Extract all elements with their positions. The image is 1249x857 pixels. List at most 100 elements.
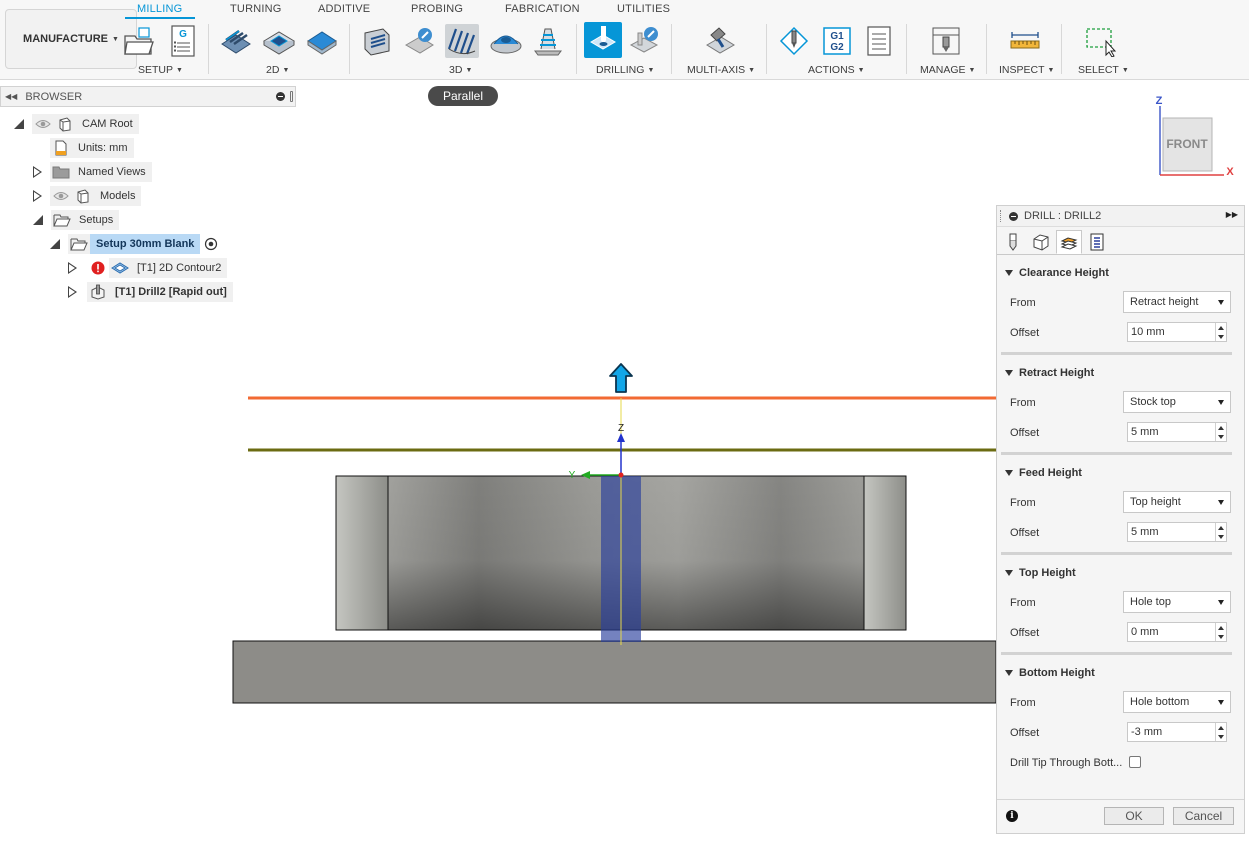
tab-fabrication[interactable]: FABRICATION bbox=[505, 3, 580, 15]
retract-from-select[interactable]: Stock top bbox=[1123, 391, 1231, 413]
feed-offset-input[interactable]: 5 mm bbox=[1127, 522, 1227, 542]
tab-geometry[interactable] bbox=[1028, 230, 1054, 254]
ok-button[interactable]: OK bbox=[1104, 807, 1164, 825]
3d-pocket-icon[interactable] bbox=[402, 24, 436, 58]
2d-adaptive-icon[interactable] bbox=[219, 24, 253, 58]
setup-sheet-icon[interactable] bbox=[862, 24, 896, 58]
tab-turning[interactable]: TURNING bbox=[230, 3, 282, 15]
cancel-button[interactable]: Cancel bbox=[1173, 807, 1234, 825]
section-header[interactable]: Clearance Height bbox=[1005, 267, 1109, 279]
tab-cycle[interactable] bbox=[1084, 230, 1110, 254]
tab-additive[interactable]: ADDITIVE bbox=[318, 3, 370, 15]
dropdown-arrow-icon bbox=[1218, 400, 1224, 405]
tab-tool[interactable] bbox=[1000, 230, 1026, 254]
new-setup-icon[interactable] bbox=[122, 24, 156, 58]
group-inspect-menu[interactable]: INSPECT ▼ bbox=[999, 64, 1054, 76]
tab-milling[interactable]: MILLING bbox=[137, 3, 182, 15]
nc-program-icon[interactable]: G bbox=[166, 24, 200, 58]
pin-icon[interactable] bbox=[290, 91, 293, 102]
minimize-icon[interactable] bbox=[1009, 211, 1018, 221]
measure-icon[interactable] bbox=[1008, 24, 1042, 58]
post-process-icon[interactable]: G1 G2 bbox=[820, 24, 854, 58]
tab-heights[interactable] bbox=[1056, 230, 1082, 254]
drill-icon[interactable] bbox=[584, 22, 622, 58]
dialog-header[interactable]: DRILL : DRILL2 ▶▶ bbox=[997, 206, 1244, 227]
group-manage-menu[interactable]: MANAGE ▼ bbox=[920, 64, 975, 76]
top-offset-input[interactable]: 0 mm bbox=[1127, 622, 1227, 642]
clearance-from-select[interactable]: Retract height bbox=[1123, 291, 1231, 313]
group-select-menu[interactable]: SELECT ▼ bbox=[1078, 64, 1129, 76]
multi-axis-icon[interactable] bbox=[703, 24, 737, 58]
scallop-icon[interactable] bbox=[489, 24, 523, 58]
hole-recognition-icon[interactable] bbox=[628, 24, 662, 58]
group-drilling-menu[interactable]: DRILLING ▼ bbox=[596, 64, 654, 76]
select-value: Retract height bbox=[1130, 296, 1199, 308]
group-setup-label: SETUP bbox=[138, 64, 174, 76]
window-select-icon[interactable] bbox=[1084, 24, 1118, 58]
spinner-arrows-icon[interactable] bbox=[1215, 623, 1226, 641]
heights-icon bbox=[1060, 237, 1078, 250]
minimize-icon[interactable] bbox=[276, 92, 285, 101]
browser-header: ◀◀ BROWSER bbox=[0, 86, 296, 107]
collapse-icon bbox=[1005, 370, 1013, 376]
bottom-offset-input[interactable]: -3 mm bbox=[1127, 722, 1227, 742]
tooltip: Parallel bbox=[428, 86, 498, 106]
spinner-arrows-icon[interactable] bbox=[1215, 423, 1226, 441]
group-3d-menu[interactable]: 3D ▼ bbox=[449, 64, 472, 76]
group-2d-menu[interactable]: 2D ▼ bbox=[266, 64, 289, 76]
section-top-height: Top Height From Hole top Offset 0 mm bbox=[997, 566, 1244, 666]
section-divider bbox=[1001, 652, 1232, 655]
tab-utilities[interactable]: UTILITIES bbox=[617, 3, 670, 15]
spinner-arrows-icon[interactable] bbox=[1215, 723, 1226, 741]
section-header[interactable]: Retract Height bbox=[1005, 367, 1094, 379]
2d-pocket-icon[interactable] bbox=[262, 24, 296, 58]
bottom-from-select[interactable]: Hole bottom bbox=[1123, 691, 1231, 713]
section-header[interactable]: Feed Height bbox=[1005, 467, 1082, 479]
feed-from-select[interactable]: Top height bbox=[1123, 491, 1231, 513]
parallel-icon[interactable] bbox=[445, 24, 479, 58]
retract-offset-input[interactable]: 5 mm bbox=[1127, 422, 1227, 442]
post-glyph-line-1: G1 bbox=[830, 31, 844, 42]
clearance-offset-input[interactable]: 10 mm bbox=[1127, 322, 1227, 342]
collapse-browser-icon[interactable]: ◀◀ bbox=[5, 92, 17, 101]
direction-arrow-manipulator[interactable] bbox=[609, 363, 633, 393]
group-actions-menu[interactable]: ACTIONS ▼ bbox=[808, 64, 865, 76]
spinner-arrows-icon[interactable] bbox=[1215, 323, 1226, 341]
chevron-down-icon: ▼ bbox=[465, 66, 473, 74]
input-value: 5 mm bbox=[1131, 526, 1159, 538]
geometry-icon bbox=[1033, 234, 1049, 251]
axis-triad: Z Y bbox=[569, 423, 625, 481]
offset-label: Offset bbox=[1010, 627, 1040, 639]
input-value: 5 mm bbox=[1131, 426, 1159, 438]
dropdown-arrow-icon bbox=[1218, 300, 1224, 305]
workspace-switcher[interactable]: MANUFACTURE ▼ bbox=[5, 9, 137, 69]
dialog-title: DRILL : DRILL2 bbox=[1024, 210, 1102, 222]
contour-icon[interactable] bbox=[531, 24, 565, 58]
viewcube-x-label: X bbox=[1226, 166, 1234, 178]
view-cube[interactable]: Z X FRONT bbox=[1150, 92, 1240, 182]
spinner-arrows-icon[interactable] bbox=[1215, 523, 1226, 541]
3d-adaptive-icon[interactable] bbox=[360, 24, 394, 58]
tool-library-icon[interactable] bbox=[929, 24, 963, 58]
workspace-label: MANUFACTURE bbox=[23, 33, 108, 45]
chevron-down-icon: ▼ bbox=[857, 66, 865, 74]
section-header[interactable]: Top Height bbox=[1005, 567, 1076, 579]
tab-probing[interactable]: PROBING bbox=[411, 3, 463, 15]
drill-tip-through-bottom-checkbox[interactable] bbox=[1129, 756, 1141, 768]
triad-z-label: Z bbox=[618, 423, 624, 434]
group-multi-axis-menu[interactable]: MULTI-AXIS ▼ bbox=[687, 64, 755, 76]
group-setup-menu[interactable]: SETUP ▼ bbox=[138, 64, 183, 76]
tool-icon bbox=[1009, 233, 1017, 251]
simulate-icon[interactable] bbox=[777, 24, 811, 58]
section-header[interactable]: Bottom Height bbox=[1005, 667, 1095, 679]
face-icon[interactable] bbox=[305, 24, 339, 58]
drag-handle-icon[interactable] bbox=[1000, 210, 1002, 222]
collapse-icon bbox=[1005, 670, 1013, 676]
top-from-select[interactable]: Hole top bbox=[1123, 591, 1231, 613]
3d-viewport[interactable]: Z Y bbox=[0, 107, 997, 857]
viewport-canvas[interactable]: Z Y bbox=[0, 107, 997, 857]
section-divider bbox=[1001, 552, 1232, 555]
info-icon[interactable]: i bbox=[1006, 810, 1018, 822]
input-value: 10 mm bbox=[1131, 326, 1165, 338]
expand-dialog-icon[interactable]: ▶▶ bbox=[1226, 210, 1238, 219]
